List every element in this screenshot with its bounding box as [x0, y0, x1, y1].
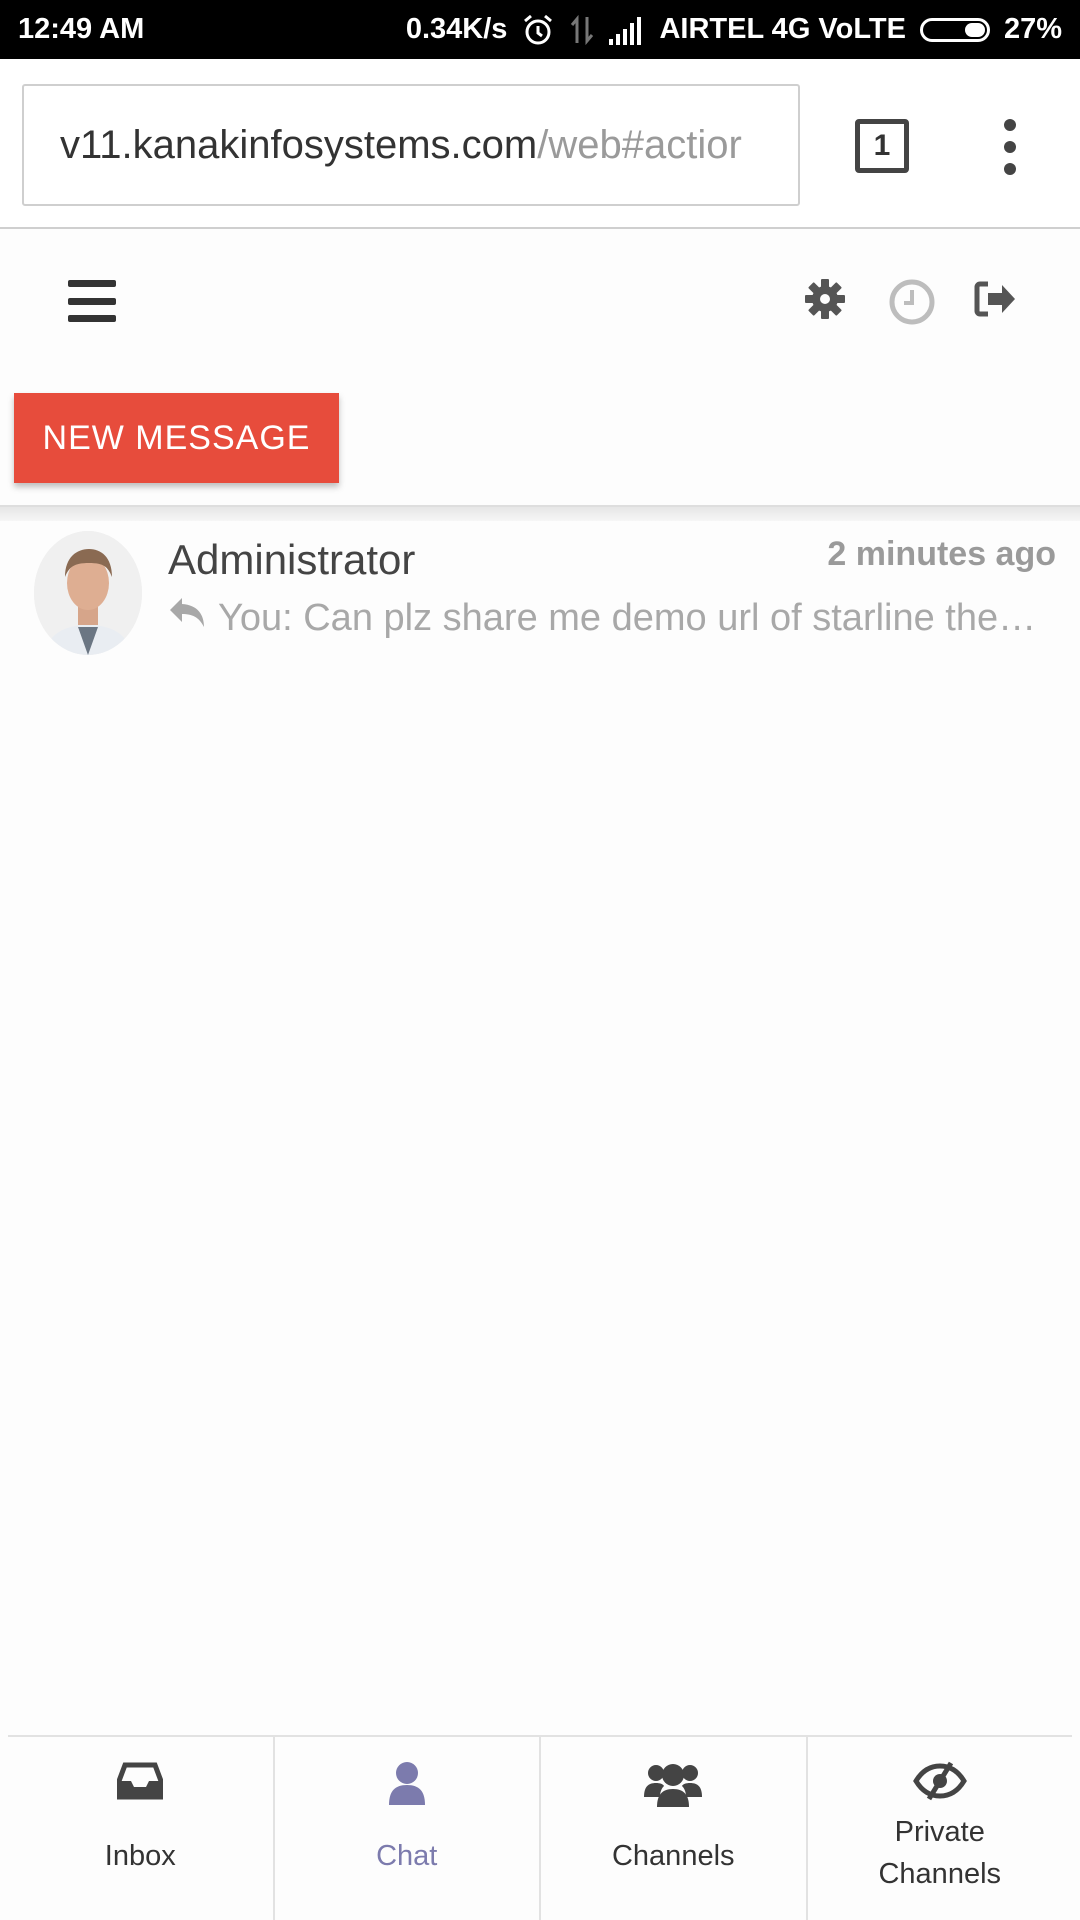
- eye-slash-icon: [912, 1761, 967, 1806]
- new-message-button[interactable]: NEW MESSAGE: [14, 393, 339, 483]
- carrier-label: AIRTEL 4G VoLTE: [659, 13, 906, 45]
- alarm-icon: [521, 13, 555, 47]
- thread-item[interactable]: Administrator 2 minutes ago You: Can plz…: [0, 521, 1080, 661]
- thread-author: Administrator: [168, 536, 416, 583]
- url-domain: v11.kanakinfosystems.com: [60, 122, 538, 167]
- tab-inbox-label: Inbox: [104, 1840, 176, 1872]
- status-indicators: 0.34K/s AIRTEL 4G VoLTE 27%: [406, 13, 1062, 47]
- url-bar[interactable]: v11.kanakinfosystems.com/web#actior: [22, 84, 800, 206]
- user-icon: [387, 1761, 427, 1812]
- status-time: 12:49 AM: [18, 13, 145, 45]
- tab-private-channels[interactable]: Private Channels: [808, 1737, 1073, 1920]
- gear-icon[interactable]: [804, 278, 846, 325]
- data-transfer-icon: [569, 13, 595, 47]
- bottom-navigation: Inbox Chat Channels Private Channels: [8, 1735, 1072, 1920]
- logout-icon[interactable]: [972, 278, 1018, 325]
- status-bar: 12:49 AM 0.34K/s AIRTEL 4G VoLTE 27%: [0, 0, 1080, 59]
- reply-icon: [168, 596, 208, 640]
- url-path: /web#actior: [537, 122, 742, 167]
- tab-channels[interactable]: Channels: [541, 1737, 808, 1920]
- avatar: [34, 531, 142, 655]
- tab-chat[interactable]: Chat: [275, 1737, 541, 1920]
- tab-chat-label: Chat: [376, 1840, 438, 1872]
- inbox-icon: [116, 1761, 164, 1806]
- users-icon: [644, 1761, 703, 1812]
- menu-icon[interactable]: [68, 280, 116, 322]
- tab-switcher-button[interactable]: 1: [855, 119, 909, 173]
- browser-menu-icon[interactable]: [990, 119, 1030, 175]
- tab-inbox[interactable]: Inbox: [8, 1737, 275, 1920]
- thread-last-message: You: Can plz share me demo url of starli…: [218, 596, 1037, 639]
- browser-toolbar: v11.kanakinfosystems.com/web#actior 1: [0, 59, 1080, 229]
- toolbar-divider: [0, 505, 1080, 521]
- thread-preview: You: Can plz share me demo url of starli…: [168, 596, 1048, 640]
- thread-timestamp: 2 minutes ago: [827, 535, 1056, 573]
- battery-icon: [919, 17, 990, 42]
- battery-percent: 27%: [1003, 13, 1062, 45]
- network-speed: 0.34K/s: [405, 13, 508, 45]
- tab-private-channels-label: Private Channels: [878, 1816, 1002, 1890]
- signal-icon: [609, 15, 645, 45]
- tab-channels-label: Channels: [611, 1840, 735, 1872]
- clock-icon[interactable]: [888, 278, 936, 331]
